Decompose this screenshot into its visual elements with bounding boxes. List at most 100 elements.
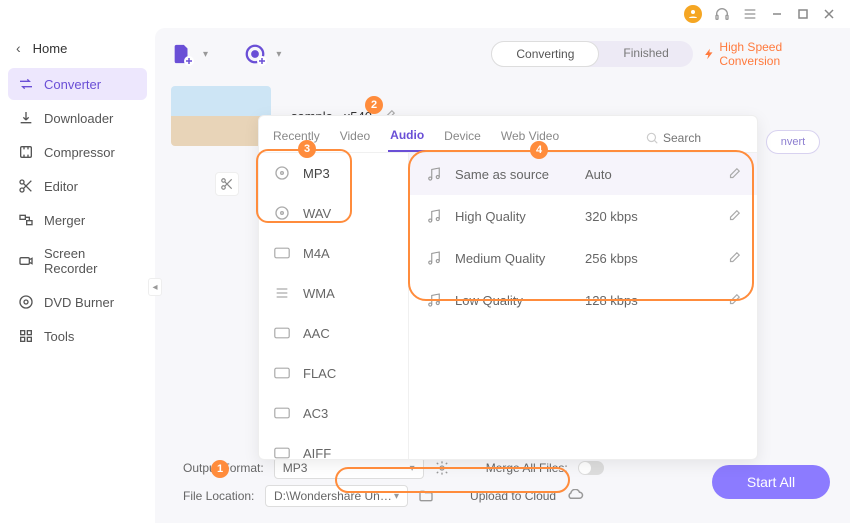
quality-row-high[interactable]: High Quality 320 kbps xyxy=(409,195,757,237)
close-button[interactable] xyxy=(822,7,836,21)
sidebar-item-label: Editor xyxy=(44,179,78,194)
file-location-select[interactable]: D:\Wondershare UniConverter 1 ▾ xyxy=(265,485,408,507)
high-speed-conversion[interactable]: High Speed Conversion xyxy=(703,40,834,68)
edit-icon[interactable] xyxy=(727,251,741,265)
tutorial-badge-2: 2 xyxy=(365,96,383,114)
merge-toggle[interactable] xyxy=(578,461,604,475)
search-box[interactable] xyxy=(645,131,745,145)
format-item-aac[interactable]: AAC xyxy=(259,313,408,353)
tab-finished[interactable]: Finished xyxy=(599,41,692,67)
chevron-down-icon: ▾ xyxy=(410,463,415,474)
format-item-flac[interactable]: FLAC xyxy=(259,353,408,393)
format-item-wav[interactable]: WAV xyxy=(259,193,408,233)
format-icon xyxy=(273,244,291,262)
tab-device[interactable]: Device xyxy=(442,125,483,151)
music-icon xyxy=(425,207,443,225)
home-button[interactable]: ‹ Home xyxy=(8,34,147,62)
add-disc-icon[interactable] xyxy=(244,43,266,65)
merge-label: Merge All Files: xyxy=(486,461,568,475)
format-item-aiff[interactable]: AIFF xyxy=(259,433,408,459)
menu-icon[interactable] xyxy=(742,6,758,22)
sidebar-item-label: Tools xyxy=(44,329,74,344)
search-input[interactable] xyxy=(663,131,733,145)
format-item-m4a[interactable]: M4A xyxy=(259,233,408,273)
popup-tabs: Recently Video Audio Device Web Video xyxy=(259,116,757,153)
disc-icon xyxy=(273,204,291,222)
titlebar xyxy=(0,0,850,28)
sidebar-item-merger[interactable]: Merger xyxy=(8,204,147,236)
scissors-icon xyxy=(18,178,34,194)
format-icon xyxy=(273,284,291,302)
tab-converting[interactable]: Converting xyxy=(491,41,599,67)
compress-icon xyxy=(18,144,34,160)
sidebar-item-converter[interactable]: Converter xyxy=(8,68,147,100)
download-icon xyxy=(18,110,34,126)
grid-icon xyxy=(18,328,34,344)
headset-icon[interactable] xyxy=(714,6,730,22)
home-label: Home xyxy=(33,41,68,56)
maximize-button[interactable] xyxy=(796,7,810,21)
tutorial-badge-1: 1 xyxy=(211,460,229,478)
sidebar-item-editor[interactable]: Editor xyxy=(8,170,147,202)
tab-audio[interactable]: Audio xyxy=(388,124,426,152)
sidebar-item-label: DVD Burner xyxy=(44,295,114,310)
music-icon xyxy=(425,165,443,183)
sidebar-item-screen-recorder[interactable]: Screen Recorder xyxy=(8,238,147,284)
sidebar-item-downloader[interactable]: Downloader xyxy=(8,102,147,134)
sidebar-item-label: Compressor xyxy=(44,145,115,160)
format-icon xyxy=(273,444,291,459)
collapse-sidebar-button[interactable]: ◂ xyxy=(148,278,162,296)
tab-video[interactable]: Video xyxy=(338,125,372,151)
output-format-select[interactable]: MP3 ▾ xyxy=(274,457,424,479)
settings-icon[interactable] xyxy=(434,460,450,476)
sidebar-item-label: Screen Recorder xyxy=(44,246,137,276)
merge-icon xyxy=(18,212,34,228)
topbar: ▾ ▾ Converting Finished High Speed Conve… xyxy=(171,40,834,68)
progress-tabs: Converting Finished xyxy=(491,41,692,67)
quality-row-medium[interactable]: Medium Quality 256 kbps xyxy=(409,237,757,279)
format-item-ac3[interactable]: AC3 xyxy=(259,393,408,433)
minimize-button[interactable] xyxy=(770,7,784,21)
sidebar-item-label: Downloader xyxy=(44,111,113,126)
edit-icon[interactable] xyxy=(727,293,741,307)
cloud-icon[interactable] xyxy=(566,489,584,503)
camera-icon xyxy=(18,253,34,269)
format-item-mp3[interactable]: MP3 xyxy=(259,153,408,193)
tutorial-badge-4: 4 xyxy=(530,141,548,159)
sidebar-item-label: Converter xyxy=(44,77,101,92)
format-list: MP3 WAV M4A WMA AAC FLAC AC3 AIFF xyxy=(259,153,409,459)
convert-button[interactable]: nvert xyxy=(766,130,820,154)
sidebar: ‹ Home Converter Downloader Compressor E… xyxy=(0,28,155,523)
quality-row-source[interactable]: Same as source Auto xyxy=(409,153,757,195)
edit-icon[interactable] xyxy=(727,209,741,223)
search-icon xyxy=(645,131,659,145)
edit-icon[interactable] xyxy=(727,167,741,181)
format-icon xyxy=(273,364,291,382)
format-icon xyxy=(273,404,291,422)
sidebar-item-dvd-burner[interactable]: DVD Burner xyxy=(8,286,147,318)
quality-row-low[interactable]: Low Quality 128 kbps xyxy=(409,279,757,321)
disc-icon xyxy=(18,294,34,310)
chevron-left-icon: ‹ xyxy=(16,40,21,56)
trim-button[interactable] xyxy=(215,172,239,196)
lightning-icon xyxy=(703,47,716,61)
avatar[interactable] xyxy=(684,5,702,23)
sidebar-item-compressor[interactable]: Compressor xyxy=(8,136,147,168)
converter-icon xyxy=(18,76,34,92)
add-file-icon[interactable] xyxy=(171,43,193,65)
sidebar-item-tools[interactable]: Tools xyxy=(8,320,147,352)
music-icon xyxy=(425,291,443,309)
folder-icon[interactable] xyxy=(418,488,434,504)
file-location-label: File Location: xyxy=(183,489,255,503)
format-popup: Recently Video Audio Device Web Video MP… xyxy=(258,115,758,460)
tutorial-badge-3: 3 xyxy=(298,140,316,158)
disc-icon xyxy=(273,164,291,182)
quality-list: Same as source Auto High Quality 320 kbp… xyxy=(409,153,757,459)
format-item-wma[interactable]: WMA xyxy=(259,273,408,313)
video-thumbnail[interactable] xyxy=(171,86,271,146)
format-icon xyxy=(273,324,291,342)
upload-cloud-label: Upload to Cloud xyxy=(470,489,556,503)
start-all-button[interactable]: Start All xyxy=(712,465,830,499)
chevron-down-icon: ▾ xyxy=(394,491,399,502)
music-icon xyxy=(425,249,443,267)
